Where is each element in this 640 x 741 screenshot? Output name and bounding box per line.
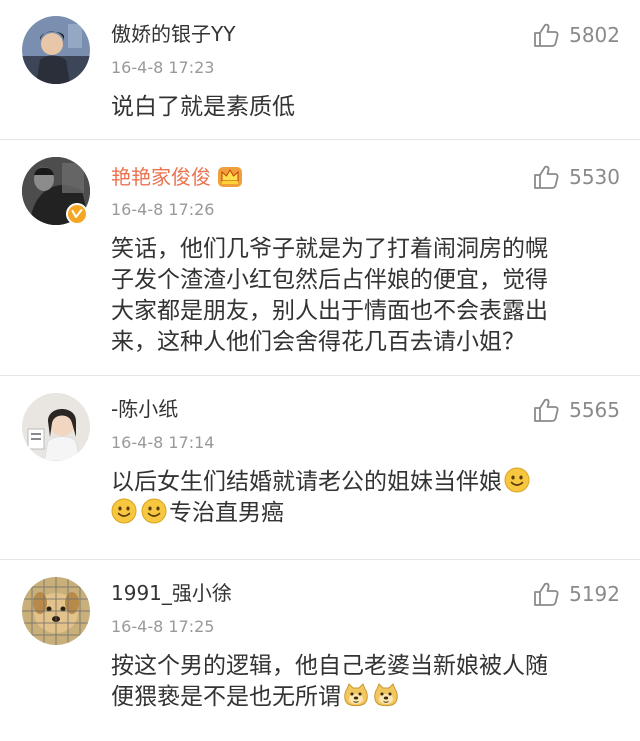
username[interactable]: -陈小纸 [111, 397, 178, 421]
avatar[interactable] [22, 16, 90, 84]
comment-text-fragment: 便猥亵是不是也无所谓 [111, 684, 341, 710]
username-text: 艳艳家俊俊 [111, 165, 211, 189]
comment-text-line: 来，这种人他们会舍得花几百去请小姐？ [111, 329, 525, 355]
comment-text-fragment: 专治直男癌 [169, 500, 284, 526]
crown-icon [218, 167, 242, 187]
comment-text: 按这个男的逻辑，他自己老婆当新娘被人随 便猥亵是不是也无所谓 [111, 651, 618, 713]
comment-item: -陈小纸 16-4-8 17:14 5565 以后女生们结婚就请老公的姐妹当伴娘… [0, 376, 640, 560]
comment-text-line: 按这个男的逻辑，他自己老婆当新娘被人随 [111, 653, 548, 679]
comment-text-line: 专治直男癌 [111, 498, 618, 529]
comment-text-fragment: 以后女生们结婚就请老公的姐妹当伴娘 [111, 469, 502, 495]
verified-badge-icon [66, 203, 88, 225]
like-button[interactable]: 5192 [533, 581, 620, 607]
smile-emoji-icon [141, 498, 167, 524]
thumbs-up-icon [533, 581, 559, 607]
like-count: 5192 [569, 582, 620, 606]
comment-time: 16-4-8 17:14 [111, 433, 215, 452]
smile-emoji-icon [504, 467, 530, 493]
thumbs-up-icon [533, 164, 559, 190]
thumbs-up-icon [533, 397, 559, 423]
comment-text-line: 笑话，他们几爷子就是为了打着闹洞房的幌 [111, 236, 548, 262]
comment-text-line: 说白了就是素质低 [111, 94, 295, 120]
username[interactable]: 1991_强小徐 [111, 581, 232, 605]
comment-item: 1991_强小徐 16-4-8 17:25 5192 按这个男的逻辑，他自己老婆… [0, 560, 640, 741]
comment-text: 说白了就是素质低 [111, 92, 618, 123]
comment-time: 16-4-8 17:26 [111, 200, 215, 219]
username[interactable]: 傲娇的银子YY [111, 22, 235, 46]
comment-text-line: 大家都是朋友，别人出于情面也不会表露出 [111, 298, 548, 324]
doge-emoji-icon [343, 682, 369, 708]
doge-emoji-icon [373, 682, 399, 708]
username-vip[interactable]: 艳艳家俊俊 [111, 164, 243, 189]
like-count: 5565 [569, 398, 620, 422]
comment-text: 笑话，他们几爷子就是为了打着闹洞房的幌 子发个渣渣小红包然后占伴娘的便宜，觉得 … [111, 234, 618, 358]
comment-text-line: 以后女生们结婚就请老公的姐妹当伴娘 [111, 467, 618, 498]
like-count: 5530 [569, 165, 620, 189]
avatar[interactable] [22, 393, 90, 461]
thumbs-up-icon [533, 22, 559, 48]
comment-item: 艳艳家俊俊 16-4-8 17:26 5530 笑话，他们几爷子就是为了打着闹洞… [0, 140, 640, 376]
comment-time: 16-4-8 17:25 [111, 617, 215, 636]
avatar[interactable] [22, 577, 90, 645]
comment-text-line: 便猥亵是不是也无所谓 [111, 682, 618, 713]
like-button[interactable]: 5565 [533, 397, 620, 423]
like-button[interactable]: 5802 [533, 22, 620, 48]
like-button[interactable]: 5530 [533, 164, 620, 190]
comment-text: 以后女生们结婚就请老公的姐妹当伴娘 专治直男癌 [111, 467, 618, 529]
comment-text-line: 子发个渣渣小红包然后占伴娘的便宜，觉得 [111, 267, 548, 293]
comment-time: 16-4-8 17:23 [111, 58, 215, 77]
comment-item: 傲娇的银子YY 16-4-8 17:23 5802 说白了就是素质低 [0, 0, 640, 140]
smile-emoji-icon [111, 498, 137, 524]
like-count: 5802 [569, 23, 620, 47]
